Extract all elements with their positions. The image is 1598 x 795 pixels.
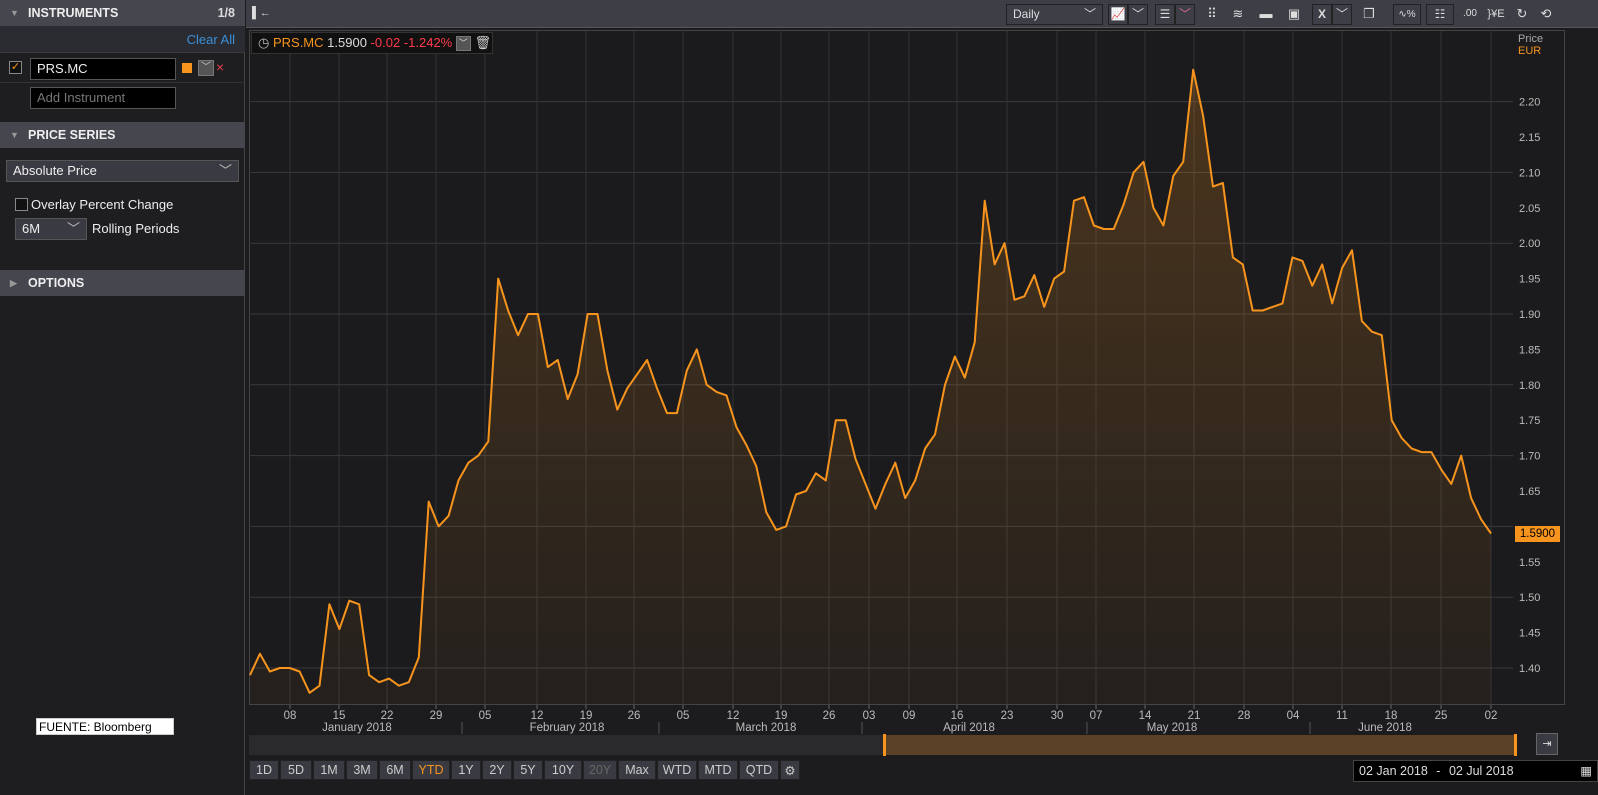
range-button-qtd[interactable]: QTD [739,760,779,780]
legend-symbol: PRS.MC [272,35,324,50]
month-label: May 2018 [1147,722,1198,734]
x-tick-label: 29 [430,710,443,722]
y-tick-label: 1.50 [1519,592,1540,604]
x-tick-label: 04 [1287,710,1300,722]
x-tick-label: 14 [1139,710,1152,722]
x-tick-label: 09 [903,710,916,722]
navigator-right-handle[interactable] [1514,734,1517,756]
x-tick-label: 11 [1336,710,1348,722]
legend-change: -0.02 [370,35,401,50]
range-button-max[interactable]: Max [618,760,656,780]
range-button-1d[interactable]: 1D [249,760,279,780]
price-axis-label: Price [1518,33,1544,45]
date-range-picker[interactable]: 02 Jan 2018 - 02 Jul 2018 ▦ [1353,760,1598,782]
range-button-1y[interactable]: 1Y [451,760,481,780]
range-button-10y[interactable]: 10Y [544,760,582,780]
navigator-left-handle[interactable] [883,734,886,756]
calendar-icon[interactable]: ▦ [1580,761,1592,781]
y-tick-label: 2.00 [1519,238,1540,250]
month-label: April 2018 [943,722,995,734]
x-tick-label: 26 [628,710,641,722]
month-label: March 2018 [736,722,797,734]
range-button-1m[interactable]: 1M [313,760,345,780]
x-tick-label: 05 [479,710,492,722]
x-tick-label: 23 [1001,710,1014,722]
range-button-mtd[interactable]: MTD [698,760,738,780]
navigator-selection[interactable] [884,735,1516,755]
x-tick-label: 05 [677,710,690,722]
range-button-3m[interactable]: 3M [346,760,378,780]
date-to: 02 Jul 2018 [1448,764,1514,778]
y-tick-label: 2.05 [1519,203,1540,215]
y-tick-label: 1.55 [1519,557,1540,569]
x-tick-label: 19 [775,710,788,722]
month-label: January 2018 [322,722,392,734]
legend-last: 1.5900 [327,35,367,50]
chart-legend: ◷ PRS.MC 1.5900 -0.02 -1.242% ﹀ 🗑 [251,32,493,54]
legend-dropdown[interactable]: ﹀ [455,36,471,52]
y-tick-label: 1.70 [1519,451,1540,463]
y-tick-label: 1.95 [1519,274,1540,286]
x-tick-label: 30 [1051,710,1064,722]
x-tick-label: 08 [284,710,297,722]
y-tick-label: 2.15 [1519,132,1540,144]
currency-label: EUR [1518,45,1542,57]
month-label: February 2018 [530,722,605,734]
range-button-ytd[interactable]: YTD [412,760,450,780]
range-button-2y[interactable]: 2Y [482,760,512,780]
date-from: 02 Jan 2018 [1359,764,1428,778]
y-tick-label: 1.45 [1519,628,1540,640]
x-tick-label: 21 [1188,710,1201,722]
x-tick-label: 19 [580,710,593,722]
y-tick-label: 1.40 [1519,663,1540,675]
y-tick-label: 2.10 [1519,167,1540,179]
last-price-tag: 1.5900 [1515,526,1560,542]
x-tick-label: 22 [381,710,394,722]
x-tick-label: 16 [951,710,964,722]
range-button-20y[interactable]: 20Y [583,760,617,780]
legend-pct-change: -1.242% [403,35,453,50]
x-tick-label: 25 [1435,710,1448,722]
y-tick-label: 1.65 [1519,486,1540,498]
x-tick-label: 02 [1485,710,1498,722]
y-tick-label: 2.20 [1519,97,1540,109]
x-tick-label: 18 [1385,710,1398,722]
x-tick-label: 07 [1090,710,1103,722]
x-tick-label: 28 [1238,710,1251,722]
y-tick-label: 1.85 [1519,344,1540,356]
range-button-5y[interactable]: 5Y [513,760,543,780]
y-tick-label: 1.80 [1519,380,1540,392]
trash-icon[interactable]: 🗑 [474,35,491,50]
price-chart: 1.40 1.45 1.50 1.55 1.65 1.70 1.75 1.80 1.85 1.90… [249,31,1540,755]
range-button-wtd[interactable]: WTD [657,760,697,780]
x-tick-label: 26 [823,710,836,722]
range-button-6m[interactable]: 6M [379,760,411,780]
x-tick-label: 15 [333,710,346,722]
y-tick-label: 1.75 [1519,415,1540,427]
navigator-toggle-icon[interactable]: ⇥ [1536,733,1558,755]
range-settings-gear-icon[interactable]: ⚙ [780,760,800,780]
clock-icon: ◷ [258,35,270,50]
x-tick-label: 03 [863,710,876,722]
y-tick-label: 1.90 [1519,309,1540,321]
date-separator: - [1436,764,1441,778]
x-tick-label: 12 [727,710,740,722]
month-label: June 2018 [1358,722,1412,734]
x-tick-label: 12 [531,710,544,722]
range-button-5d[interactable]: 5D [280,760,312,780]
